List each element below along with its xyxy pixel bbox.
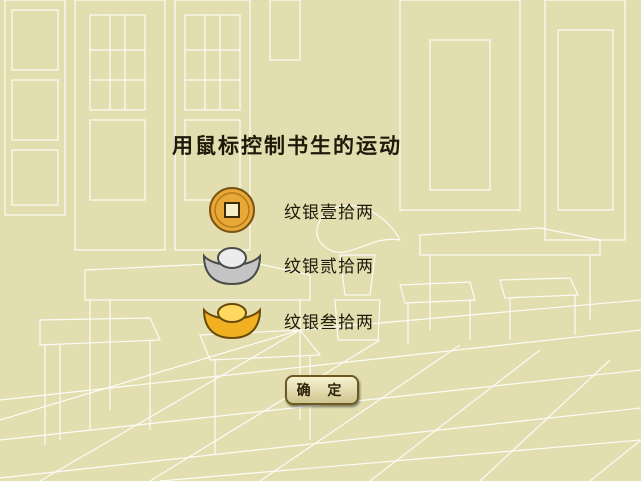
page-title: 用鼠标控制书生的运动 [172,134,402,158]
option-label: 纹银叁拾两 [284,313,374,333]
option-label: 纹银贰拾两 [284,257,374,277]
option-thirty-taels[interactable]: 纹银叁拾两 [200,296,460,344]
game-screen: 用鼠标控制书生的运动 纹银壹拾两 纹银贰拾两 纹银叁拾两 确 定 [0,0,641,481]
option-ten-taels[interactable]: 纹银壹拾两 [200,186,460,234]
silver-ingot-icon [202,247,262,286]
copper-coin-icon [209,187,255,233]
option-label: 纹银壹拾两 [284,203,374,223]
gold-ingot-icon [202,303,262,340]
option-twenty-taels[interactable]: 纹银贰拾两 [200,240,460,288]
confirm-button[interactable]: 确 定 [285,375,359,405]
